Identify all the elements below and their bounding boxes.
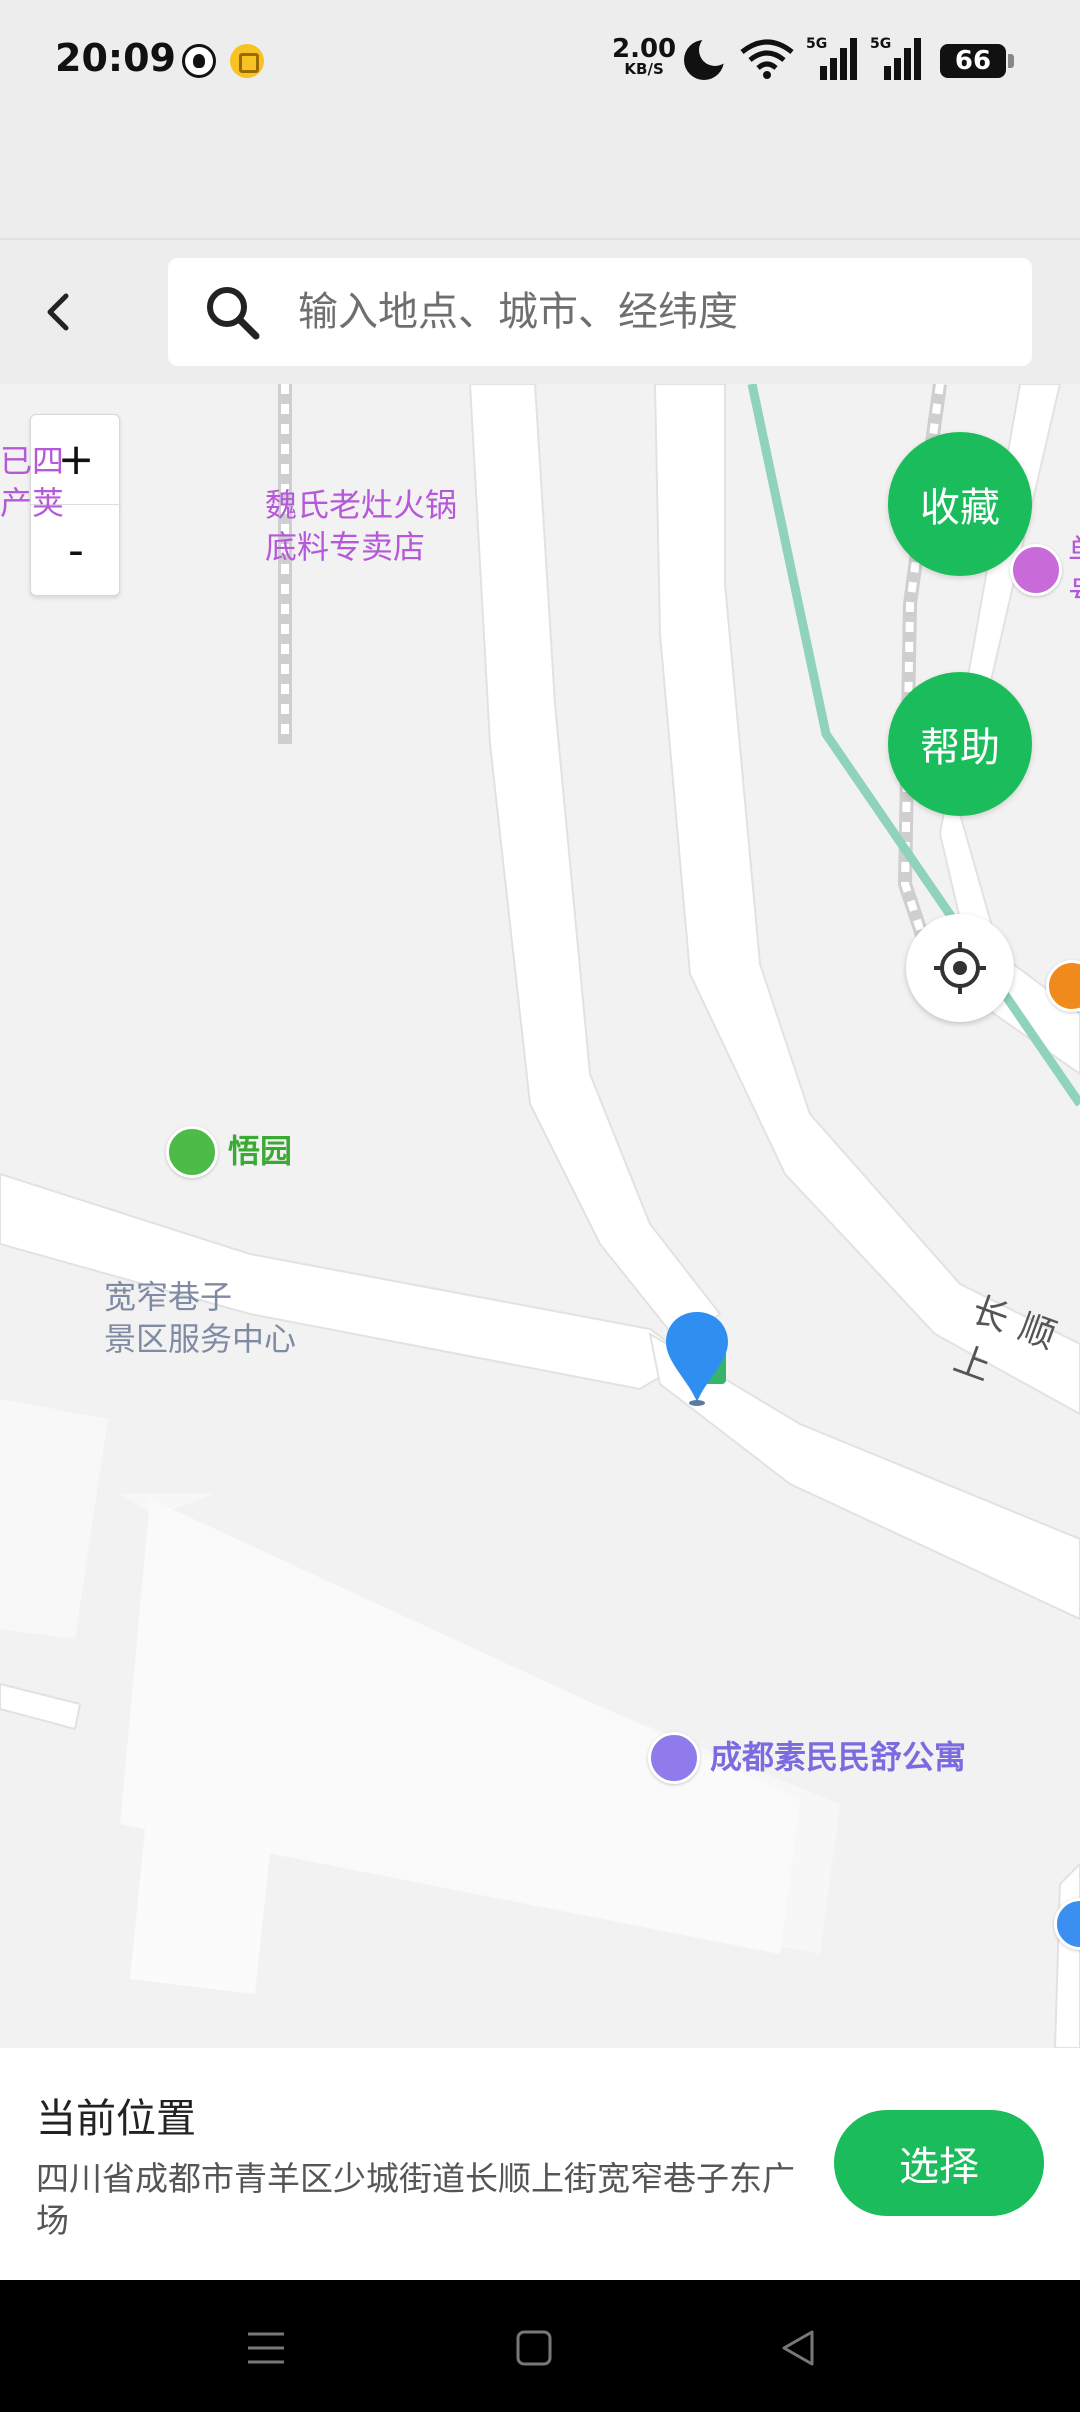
location-panel: 当前位置 四川省成都市青羊区少城街道长顺上街宽窄巷子东广场 选择 (0, 2048, 1080, 2280)
poi-left-edge-1[interactable]: 已四 (0, 440, 64, 482)
shopping-basket-icon[interactable] (1010, 544, 1062, 596)
search-input[interactable] (298, 258, 998, 366)
signal-tag: 5G (806, 36, 828, 52)
title-band (0, 122, 1080, 240)
back-arrow-icon[interactable] (40, 292, 80, 332)
location-pin-icon (666, 1312, 728, 1406)
status-bar: 20:09 2.00 KB/S 5G 5G 66 (0, 0, 1080, 122)
back-icon[interactable] (776, 2326, 820, 2370)
net-speed-value: 2.00 (612, 34, 677, 64)
hotel-icon[interactable] (648, 1732, 700, 1784)
park-icon[interactable] (166, 1126, 218, 1178)
battery-icon: 66 (940, 44, 1014, 78)
poi-right-edge-1[interactable]: 单 (1068, 530, 1080, 572)
search-header (0, 240, 1080, 384)
poi-weishi-hotpot[interactable]: 魏氏老灶火锅 底料专卖店 (265, 484, 457, 568)
status-time: 20:09 (55, 36, 176, 80)
search-box[interactable] (168, 258, 1032, 366)
current-location-address: 四川省成都市青羊区少城街道长顺上街宽窄巷子东广场 (36, 2159, 795, 2240)
poi-wuyuan[interactable]: 悟园 (228, 1130, 292, 1172)
poi-right-edge-2[interactable]: 号 (1068, 572, 1080, 614)
signal-tag-2: 5G (870, 36, 892, 52)
select-button[interactable]: 选择 (834, 2110, 1044, 2216)
net-speed: 2.00 KB/S (612, 36, 676, 77)
poi-left-edge-2[interactable]: 产荚 (0, 482, 64, 524)
signal-icon: 5G (806, 36, 864, 80)
battery-level: 66 (954, 46, 992, 76)
poi-apartment[interactable]: 成都素民民舒公寓 (710, 1736, 966, 1778)
map-roads (0, 384, 1080, 2048)
map-view[interactable]: + - 已四 产荚 魏氏老灶火锅 底料专卖店 单 号 悟园 宽窄巷子 景区服务中… (0, 384, 1080, 2048)
help-button[interactable]: 帮助 (888, 672, 1032, 816)
notification-icon (230, 44, 264, 78)
net-speed-unit: KB/S (624, 60, 664, 78)
crosshair-icon (934, 942, 986, 994)
wifi-icon (740, 39, 794, 79)
menu-icon[interactable] (244, 2326, 288, 2370)
moon-icon (684, 34, 731, 80)
home-icon[interactable] (512, 2326, 556, 2370)
qq-icon (182, 44, 216, 78)
search-icon (207, 287, 260, 340)
poi-kuanzhai-service-center[interactable]: 宽窄巷子 景区服务中心 (104, 1276, 296, 1360)
favorite-button[interactable]: 收藏 (888, 432, 1032, 576)
navigation-bar (0, 2280, 1080, 2412)
current-location-title: 当前位置 (36, 2096, 196, 2142)
signal-icon-2: 5G (870, 36, 928, 80)
locate-button[interactable] (906, 914, 1014, 1022)
